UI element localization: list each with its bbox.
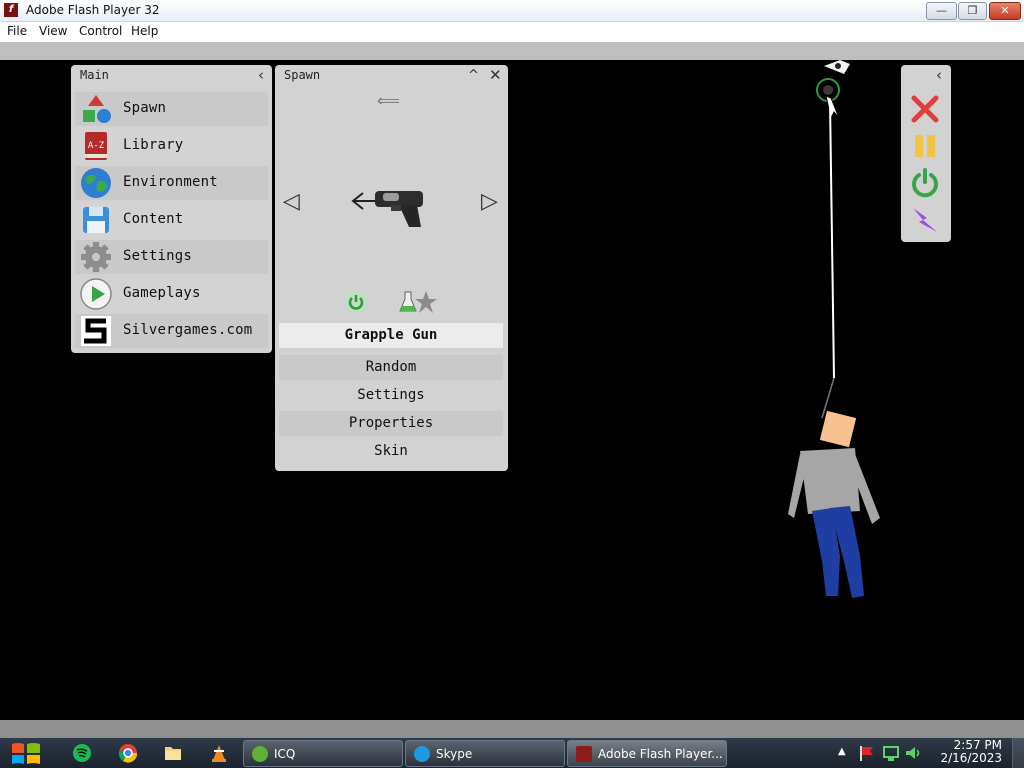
globe-icon: [81, 168, 111, 198]
shock-tool-lightning-icon[interactable]: [909, 204, 941, 236]
main-item-content[interactable]: Content: [75, 203, 268, 237]
book-az-text: A-Z: [88, 141, 105, 151]
main-item-label: Library: [123, 137, 184, 153]
flash-player-window: f Adobe Flash Player 32 — ❐ ✕ File View …: [0, 0, 1024, 768]
main-item-label: Settings: [123, 248, 193, 264]
taskbar-icq[interactable]: ICQ: [243, 740, 403, 767]
close-button[interactable]: ✕: [989, 2, 1021, 20]
main-item-library[interactable]: A-Z Library: [75, 129, 268, 163]
grapple-rope: [829, 101, 835, 379]
menu-file[interactable]: File: [7, 24, 27, 38]
game-scene: [788, 60, 880, 598]
minimize-button[interactable]: —: [926, 2, 957, 20]
taskbar: ICQ Skype Adobe Flash Player... ▲ 2:57 P…: [0, 738, 1024, 768]
book-az-icon: A-Z: [85, 132, 107, 160]
task-label: Skype: [436, 747, 473, 761]
main-item-silvergames[interactable]: Silvergames.com: [75, 314, 268, 348]
window-title: Adobe Flash Player 32: [26, 3, 160, 17]
spotify-icon[interactable]: [72, 743, 92, 763]
random-button[interactable]: Random: [279, 355, 503, 380]
restore-button[interactable]: ❐: [958, 2, 987, 20]
clock-date: 2/16/2023: [940, 751, 1002, 765]
folder-icon[interactable]: [163, 743, 183, 763]
ragdoll-character[interactable]: [788, 410, 880, 598]
spawn-panel-collapse-button[interactable]: ^: [468, 68, 479, 83]
task-label: ICQ: [274, 747, 296, 761]
main-item-label: Content: [123, 211, 184, 227]
main-item-label: Silvergames.com: [123, 322, 253, 338]
network-icon[interactable]: [882, 744, 900, 762]
play-icon: [80, 278, 112, 310]
next-item-button[interactable]: ▷: [481, 189, 498, 214]
icq-icon: [252, 746, 268, 762]
skin-button[interactable]: Skin: [279, 439, 503, 464]
flash-icon: [576, 746, 592, 762]
main-item-label: Gameplays: [123, 285, 201, 301]
task-label: Adobe Flash Player...: [598, 747, 723, 761]
main-item-label: Environment: [123, 174, 218, 190]
main-item-gameplays[interactable]: Gameplays: [75, 277, 268, 311]
taskbar-skype[interactable]: Skype: [405, 740, 565, 767]
spawn-panel-title: Spawn: [284, 68, 321, 82]
menu-bar: File View Control Help: [0, 22, 1024, 42]
main-item-environment[interactable]: Environment: [75, 166, 268, 200]
menu-control[interactable]: Control: [79, 24, 122, 38]
settings-button[interactable]: Settings: [279, 383, 503, 408]
system-clock[interactable]: 2:57 PM 2/16/2023: [940, 739, 1002, 765]
previous-item-button[interactable]: ◁: [283, 189, 300, 214]
show-desktop-button[interactable]: [1012, 738, 1024, 768]
spawn-panel: Spawn ^ ✕ ⟸ ◁ ▷ Grapple Gun Random Setti…: [275, 65, 508, 471]
gear-icon: [81, 242, 111, 272]
title-bar[interactable]: f Adobe Flash Player 32 — ❐ ✕: [0, 0, 1024, 22]
selected-item-name: Grapple Gun: [279, 323, 503, 348]
main-panel: Main ‹ Spawn A-Z Library Environment Con…: [71, 65, 272, 353]
reset-tool-power-icon[interactable]: [909, 167, 941, 199]
tray-expand-icon[interactable]: ▲: [838, 746, 846, 757]
flask-favorite-icon[interactable]: [399, 289, 437, 315]
main-item-label: Spawn: [123, 100, 167, 116]
flash-app-icon: f: [4, 3, 18, 17]
menu-view[interactable]: View: [39, 24, 67, 38]
windows-start-icon[interactable]: [10, 742, 42, 766]
volume-icon[interactable]: [904, 744, 922, 762]
chrome-icon[interactable]: [118, 743, 138, 763]
floppy-disk-icon: [83, 207, 109, 233]
grapple-anchor-icon: [816, 60, 850, 120]
tool-panel-collapse-button[interactable]: ‹: [936, 66, 942, 84]
bottom-strip: [0, 720, 1024, 738]
tool-panel: ‹: [901, 65, 951, 242]
properties-button[interactable]: Properties: [279, 411, 503, 436]
main-item-settings[interactable]: Settings: [75, 240, 268, 274]
main-item-spawn[interactable]: Spawn: [75, 92, 268, 126]
pause-tool-icon[interactable]: [909, 130, 941, 162]
spawn-panel-close-button[interactable]: ✕: [489, 66, 502, 84]
main-panel-collapse-button[interactable]: ‹: [258, 66, 264, 84]
main-panel-title: Main: [80, 68, 109, 82]
vlc-icon[interactable]: [209, 743, 229, 763]
shapes-icon: [83, 95, 111, 123]
power-toggle-icon[interactable]: [345, 291, 367, 313]
grapple-gun-preview-icon: [351, 191, 423, 227]
silvergames-logo-icon: [81, 316, 111, 346]
menu-help[interactable]: Help: [131, 24, 158, 38]
skype-icon: [414, 746, 430, 762]
taskbar-flash-player[interactable]: Adobe Flash Player...: [567, 740, 727, 767]
direction-hint-icon: ⟸: [377, 91, 400, 110]
delete-tool-x-icon[interactable]: [909, 93, 941, 125]
action-center-flag-icon[interactable]: [858, 744, 876, 762]
